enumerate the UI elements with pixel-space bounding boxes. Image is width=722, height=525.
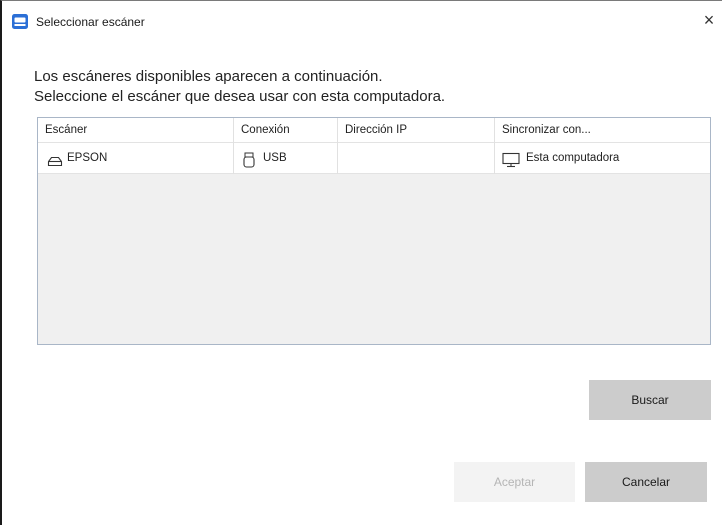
cell-scanner: EPSON — [38, 143, 234, 174]
table-row[interactable]: EPSON USB Esta computadora — [38, 143, 710, 174]
search-button[interactable]: Buscar — [589, 380, 711, 420]
window-title: Seleccionar escáner — [36, 15, 145, 29]
close-button[interactable]: × — [696, 5, 722, 35]
instruction-line-1: Los escáneres disponibles aparecen a con… — [34, 68, 383, 85]
monitor-icon — [502, 150, 520, 181]
column-header-sync[interactable]: Sincronizar con... — [495, 118, 709, 143]
scanner-table: Escáner Conexión Dirección IP Sincroniza… — [37, 117, 711, 345]
sync-target: Esta computadora — [526, 152, 620, 164]
table-header: Escáner Conexión Dirección IP Sincroniza… — [38, 118, 710, 143]
select-scanner-dialog: Seleccionar escáner × Los escáneres disp… — [0, 0, 722, 525]
cell-ip-address — [338, 143, 495, 174]
column-header-ip-address[interactable]: Dirección IP — [338, 118, 495, 143]
connection-type: USB — [263, 152, 287, 164]
usb-icon — [243, 150, 255, 181]
instructions-text: Los escáneres disponibles aparecen a con… — [34, 67, 445, 107]
accept-button[interactable]: Aceptar — [454, 462, 575, 502]
scanner-icon — [47, 150, 63, 181]
column-header-scanner[interactable]: Escáner — [38, 118, 234, 143]
instruction-line-2: Seleccione el escáner que desea usar con… — [34, 88, 446, 105]
scanner-app-icon — [11, 13, 29, 30]
column-header-connection[interactable]: Conexión — [234, 118, 338, 143]
cancel-button[interactable]: Cancelar — [585, 462, 707, 502]
title-bar[interactable]: Seleccionar escáner × — [2, 1, 722, 43]
cell-connection: USB — [234, 143, 338, 174]
scanner-name: EPSON — [67, 152, 108, 164]
cell-sync: Esta computadora — [495, 143, 710, 174]
